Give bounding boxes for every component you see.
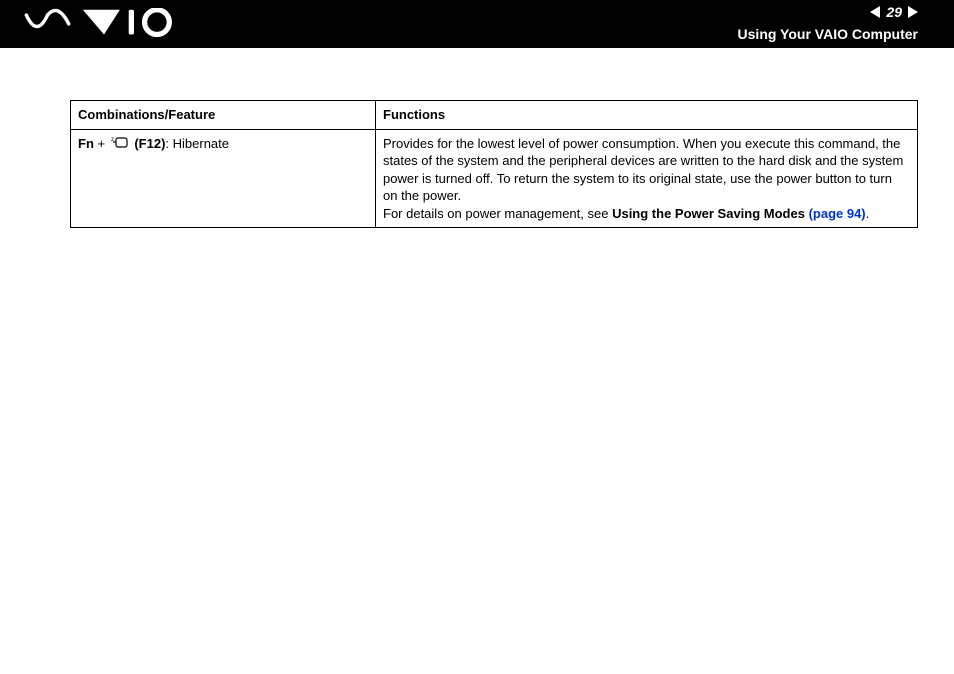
feature-label: : Hibernate <box>165 136 229 151</box>
fn-key-label: Fn <box>78 136 94 151</box>
function-detail-bold: Using the Power Saving Modes <box>612 206 808 221</box>
table-row: Fn + z (F12): Hibernate Provides for the… <box>71 129 918 228</box>
shortcut-table: Combinations/Feature Functions Fn + z (F… <box>70 100 918 228</box>
page-content: Combinations/Feature Functions Fn + z (F… <box>0 48 954 228</box>
vaio-logo <box>24 8 184 38</box>
cell-function: Provides for the lowest level of power c… <box>376 129 918 228</box>
page-header: 29 Using Your VAIO Computer <box>0 0 954 48</box>
hibernate-icon: z <box>111 135 129 154</box>
function-description: Provides for the lowest level of power c… <box>383 136 903 204</box>
cell-combination: Fn + z (F12): Hibernate <box>71 129 376 228</box>
table-header-row: Combinations/Feature Functions <box>71 101 918 130</box>
prev-page-arrow-icon[interactable] <box>870 6 880 18</box>
function-detail-prefix: For details on power management, see <box>383 206 612 221</box>
header-functions: Functions <box>376 101 918 130</box>
f12-key-label: (F12) <box>134 136 165 151</box>
page-nav: 29 <box>870 4 918 20</box>
page-number: 29 <box>886 4 902 20</box>
header-combinations: Combinations/Feature <box>71 101 376 130</box>
next-page-arrow-icon[interactable] <box>908 6 918 18</box>
page-link-94[interactable]: (page 94) <box>809 206 866 221</box>
section-title: Using Your VAIO Computer <box>738 26 918 42</box>
plus-sign: + <box>94 136 109 151</box>
function-detail-suffix: . <box>866 206 870 221</box>
